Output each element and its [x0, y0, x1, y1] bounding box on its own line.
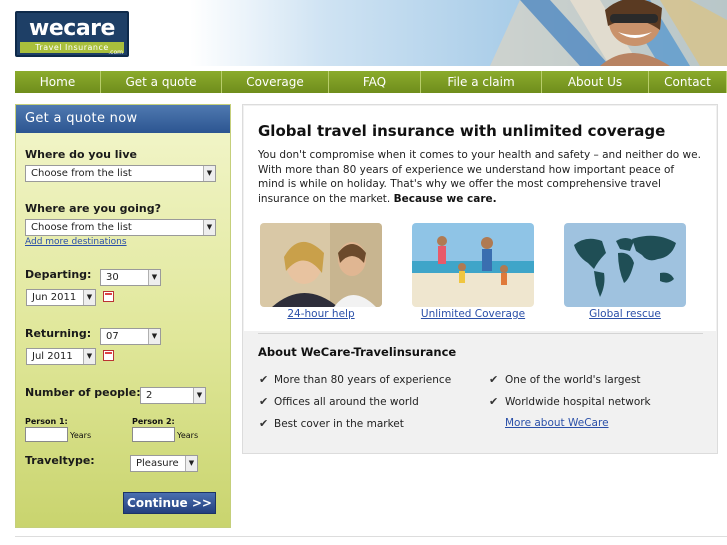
header: wecare Travel Insurance .com [0, 0, 727, 68]
help-thumbnail[interactable] [260, 223, 382, 307]
chevron-down-icon: ▼ [203, 166, 215, 181]
continue-button[interactable]: Continue >> [123, 492, 216, 514]
live-select[interactable]: Choose from the list ▼ [25, 165, 216, 182]
feature-item: More than 80 years of experience [274, 374, 452, 386]
chevron-down-icon: ▼ [83, 290, 95, 305]
departing-month-select[interactable]: Jun 2011 ▼ [26, 289, 96, 306]
header-hero-image [190, 0, 727, 66]
coverage-thumbnail[interactable] [412, 223, 534, 307]
chevron-down-icon: ▼ [193, 388, 205, 403]
person2-age-input[interactable] [132, 427, 175, 442]
check-icon: ✔ [489, 395, 499, 408]
page-title: Global travel insurance with unlimited c… [258, 122, 666, 140]
feature-item: Worldwide hospital network [505, 396, 651, 408]
calendar-icon[interactable] [103, 350, 114, 361]
check-icon: ✔ [489, 373, 499, 386]
person1-label: Person 1: [25, 417, 68, 426]
traveltype-select[interactable]: Pleasure ▼ [130, 455, 198, 472]
live-label: Where do you live [25, 148, 137, 161]
person2-label: Person 2: [132, 417, 175, 426]
logo-brand: wecare [29, 16, 115, 41]
add-destinations-link[interactable]: Add more destinations [25, 237, 127, 247]
site-logo[interactable]: wecare Travel Insurance .com [15, 11, 129, 57]
chevron-down-icon: ▼ [185, 456, 197, 471]
about-title: About WeCare-Travelinsurance [258, 345, 457, 359]
people-select[interactable]: 2 ▼ [140, 387, 206, 404]
departing-month-value: Jun 2011 [32, 292, 77, 303]
going-select[interactable]: Choose from the list ▼ [25, 219, 216, 236]
logo-suffix: .com [108, 49, 123, 56]
returning-label: Returning: [25, 327, 92, 340]
footer-divider [15, 536, 727, 537]
people-label: Number of people: [25, 386, 141, 399]
going-select-value: Choose from the list [31, 222, 132, 233]
returning-month-value: Jul 2011 [32, 351, 73, 362]
section-divider [258, 333, 703, 334]
nav-item-get-a-quote[interactable]: Get a quote [101, 71, 222, 93]
check-icon: ✔ [259, 417, 269, 430]
person1-age-input[interactable] [25, 427, 68, 442]
check-icon: ✔ [259, 395, 269, 408]
departing-day-value: 30 [106, 272, 119, 283]
chevron-down-icon: ▼ [203, 220, 215, 235]
returning-day-select[interactable]: 07 ▼ [100, 328, 161, 345]
chevron-down-icon: ▼ [148, 270, 160, 285]
departing-day-select[interactable]: 30 ▼ [100, 269, 161, 286]
feature-item: Offices all around the world [274, 396, 419, 408]
quote-form-title: Get a quote now [16, 105, 230, 133]
nav-item-file-a-claim[interactable]: File a claim [421, 71, 542, 93]
person2-years-label: Years [177, 431, 199, 440]
returning-day-value: 07 [106, 331, 119, 342]
main-nav: Home Get a quote Coverage FAQ File a claim Ab… [15, 71, 727, 93]
departing-label: Departing: [25, 268, 92, 281]
chevron-down-icon: ▼ [83, 349, 95, 364]
nav-item-faq[interactable]: FAQ [329, 71, 421, 93]
help-link[interactable]: 24-hour help [260, 308, 382, 320]
more-about-link[interactable]: More about WeCare [505, 417, 609, 429]
feature-item: Best cover in the market [274, 418, 404, 430]
traveltype-label: Traveltype: [25, 454, 95, 467]
coverage-link[interactable]: Unlimited Coverage [412, 308, 534, 320]
main-panel: Global travel insurance with unlimited c… [242, 104, 718, 454]
intro-bold: Because we care. [393, 192, 497, 205]
nav-item-home[interactable]: Home [15, 71, 101, 93]
nav-item-coverage[interactable]: Coverage [222, 71, 329, 93]
going-label: Where are you going? [25, 202, 161, 215]
live-select-value: Choose from the list [31, 168, 132, 179]
rescue-link[interactable]: Global rescue [564, 308, 686, 320]
chevron-down-icon: ▼ [148, 329, 160, 344]
feature-item: One of the world's largest [505, 374, 641, 386]
traveltype-select-value: Pleasure [136, 458, 179, 469]
people-select-value: 2 [146, 390, 153, 401]
returning-month-select[interactable]: Jul 2011 ▼ [26, 348, 96, 365]
quote-form: Get a quote now Where do you live Choose… [15, 104, 231, 528]
calendar-icon[interactable] [103, 291, 114, 302]
person1-years-label: Years [70, 431, 92, 440]
rescue-thumbnail[interactable] [564, 223, 686, 307]
nav-item-contact[interactable]: Contact [649, 71, 727, 93]
intro-text: You don't compromise when it comes to yo… [258, 148, 703, 206]
check-icon: ✔ [259, 373, 269, 386]
nav-item-about-us[interactable]: About Us [542, 71, 649, 93]
